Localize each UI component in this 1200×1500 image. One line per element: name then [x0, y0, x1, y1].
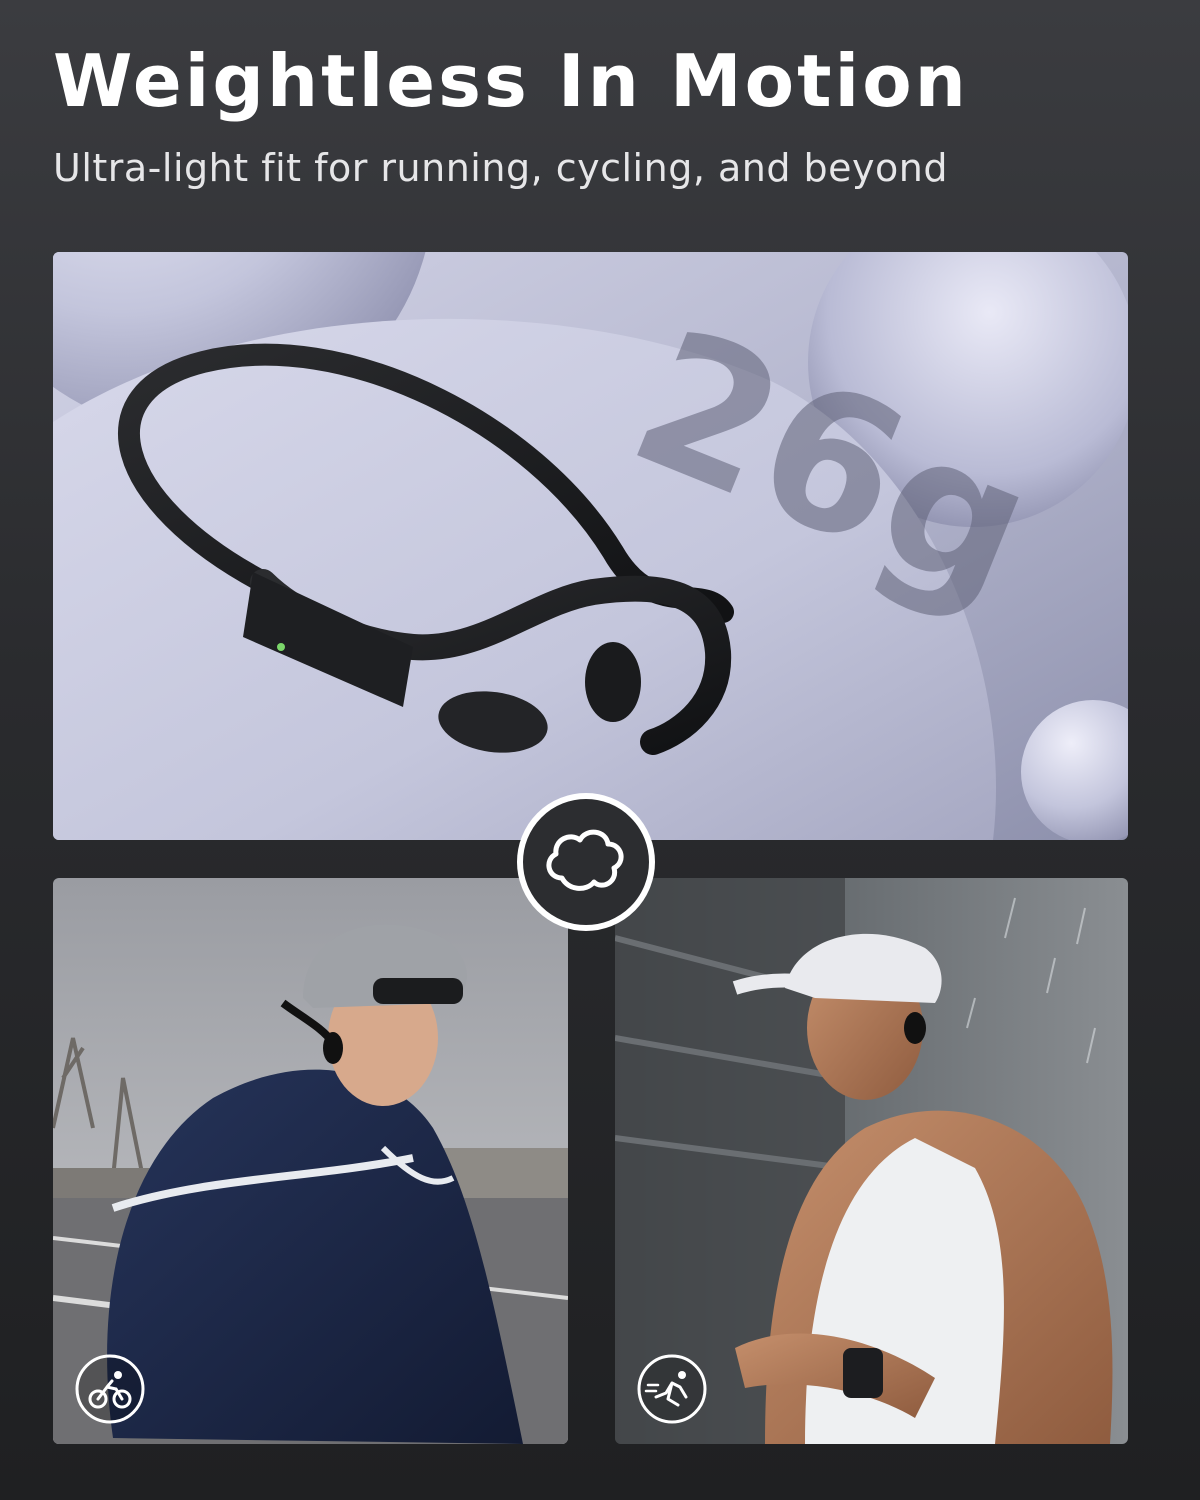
running-icon — [637, 1354, 707, 1424]
cyclist-sunglasses — [373, 978, 463, 1004]
lightweight-badge — [514, 790, 658, 934]
hero-product-image: 26g — [53, 252, 1128, 840]
cycling-icon — [75, 1354, 145, 1424]
status-led — [277, 643, 285, 651]
runner-watch — [843, 1348, 883, 1398]
transducer — [585, 642, 641, 722]
page-subtitle: Ultra-light fit for running, cycling, an… — [53, 146, 948, 190]
headset-worn — [904, 1012, 926, 1044]
page-title: Weightless In Motion — [53, 39, 969, 123]
lightweight-cloud-icon — [517, 793, 655, 931]
running-badge — [636, 1353, 708, 1425]
hero-scene: 26g — [53, 252, 1128, 840]
headset-worn — [323, 1032, 343, 1064]
cycling-badge — [74, 1353, 146, 1425]
